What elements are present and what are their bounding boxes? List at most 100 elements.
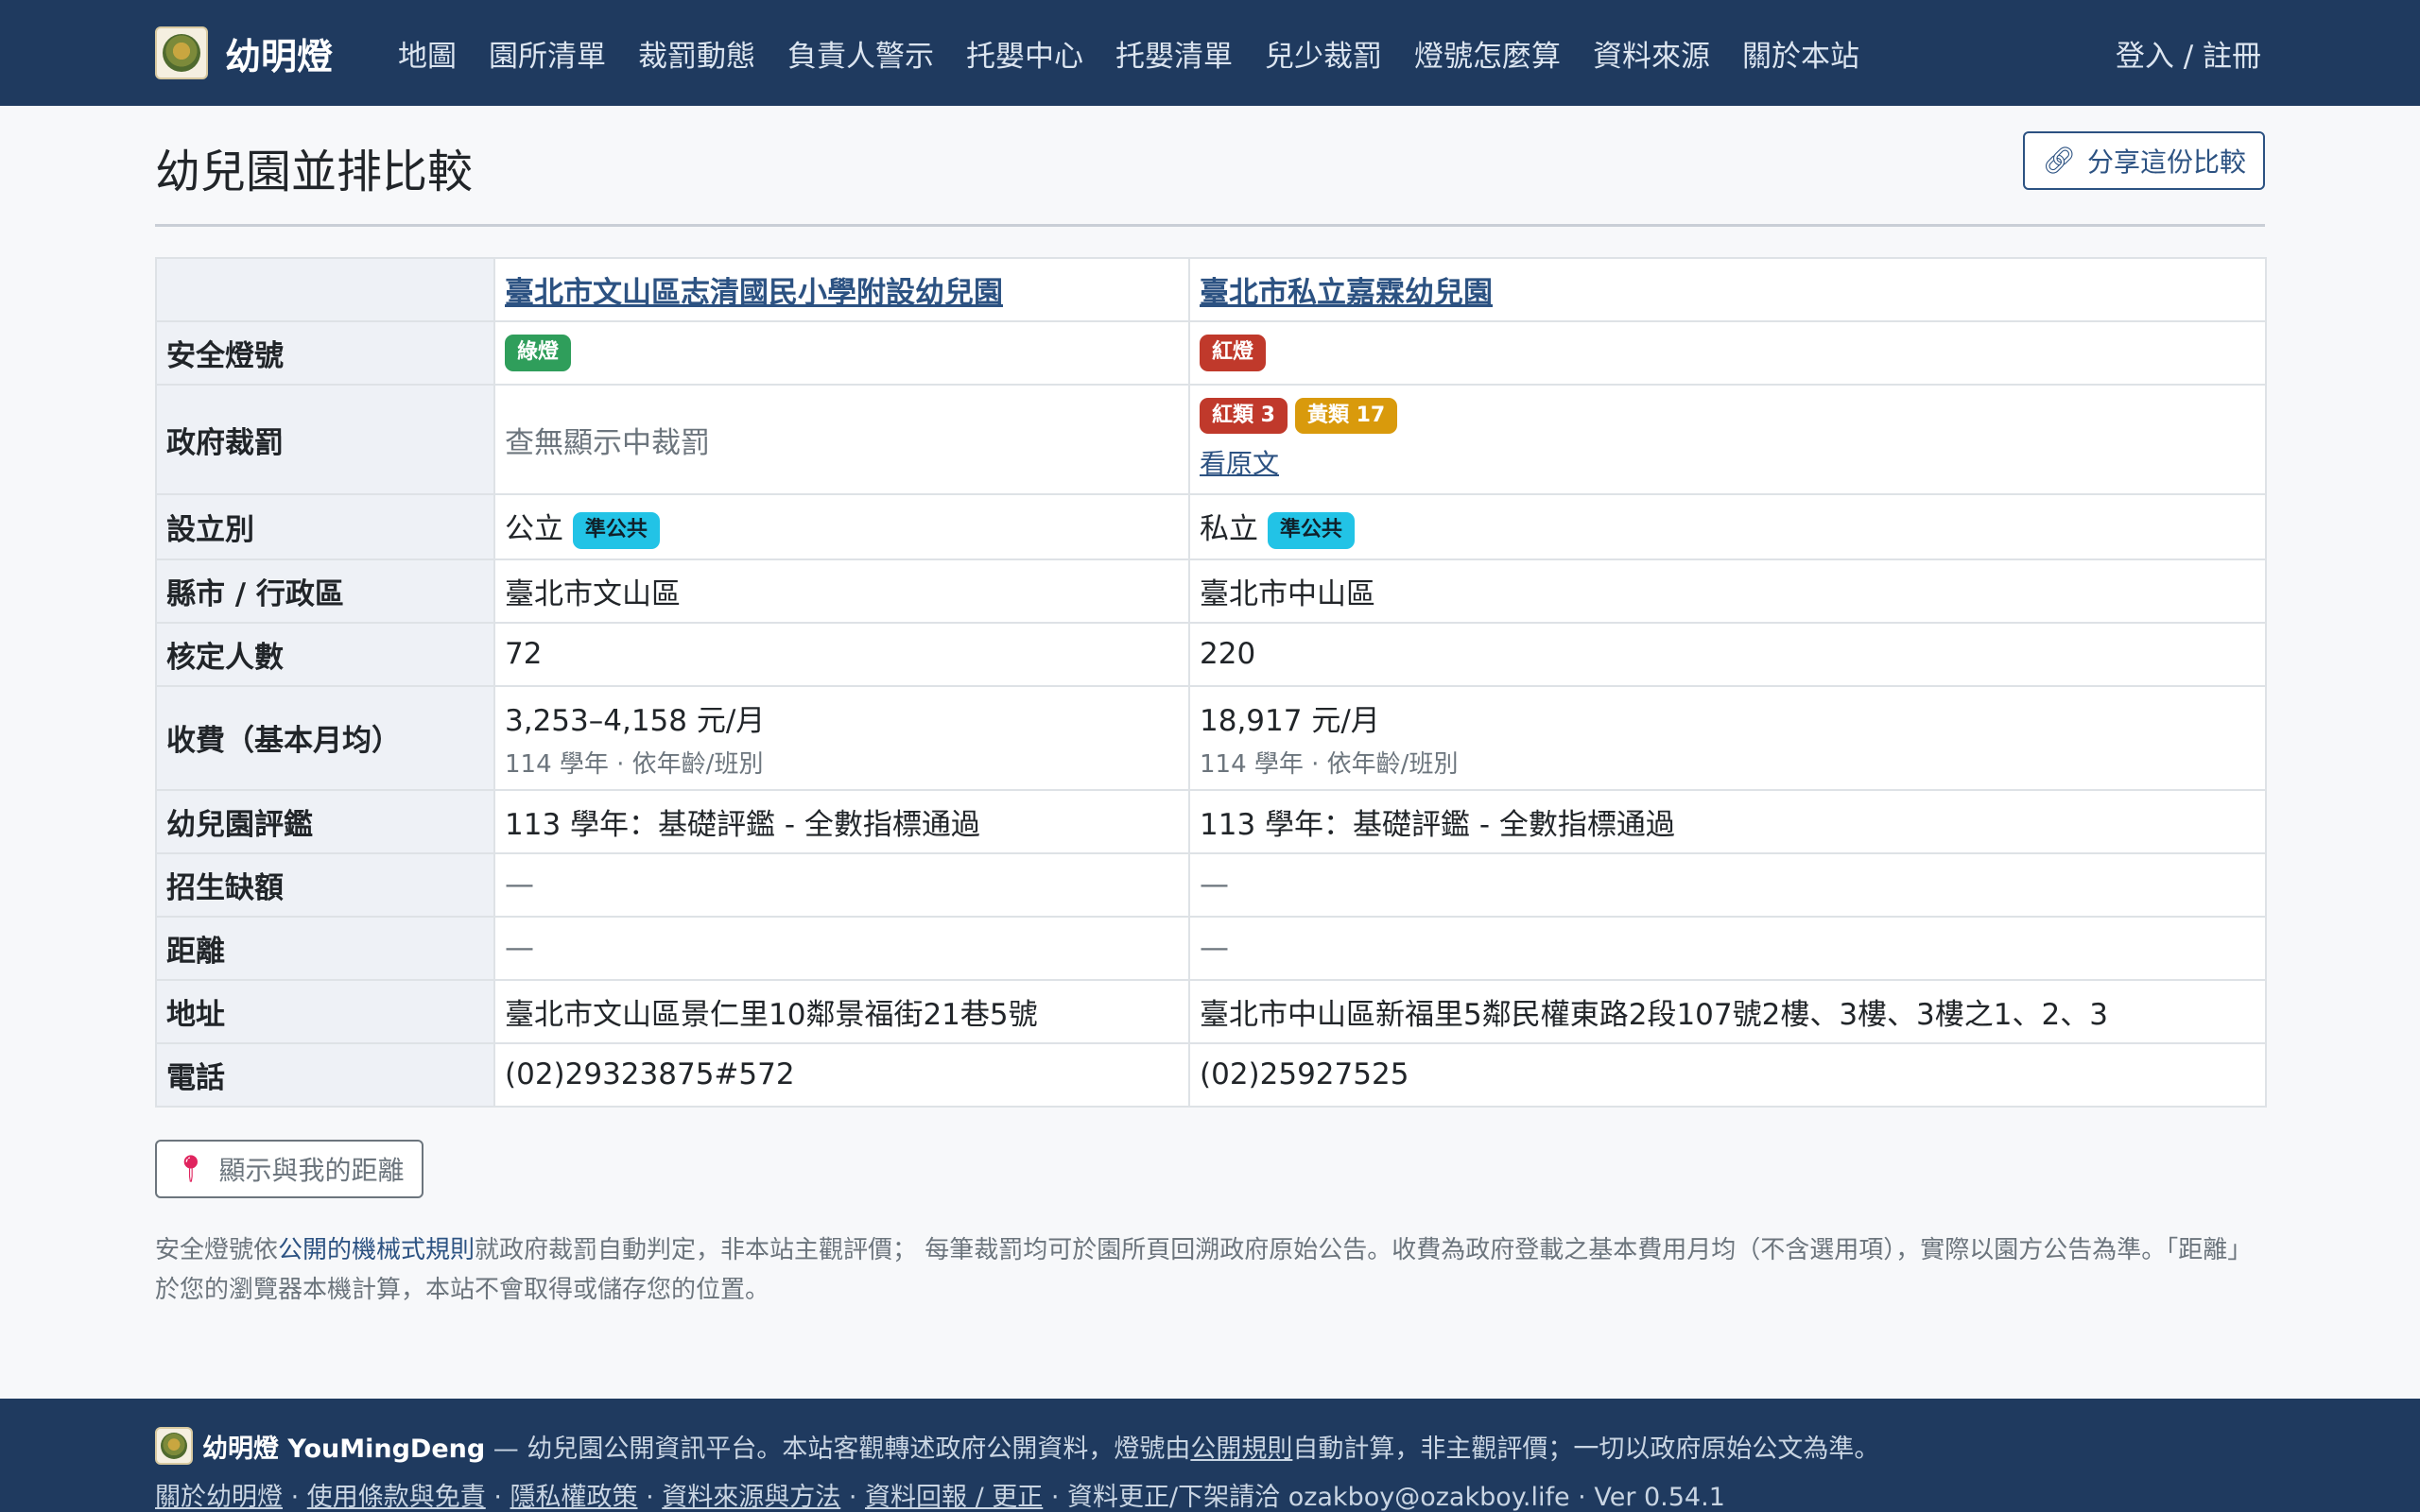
nav-link-about[interactable]: 關於本站 <box>1726 32 1876 75</box>
nav-link-data-sources[interactable]: 資料來源 <box>1577 32 1726 75</box>
kg2-capacity: 220 <box>1188 621 2267 687</box>
row-label-address: 地址 <box>155 978 495 1044</box>
nav-link-penalty-news[interactable]: 裁罰動態 <box>622 32 771 75</box>
main-content: 幼兒園並排比較 🔗︎ 分享這份比較 臺北市文山區志清國民小學附設幼兒園 臺北市私… <box>155 106 2267 1310</box>
kg1-fee-note: 114 學年 · 依年齡/班別 <box>505 749 764 779</box>
table-row: 招生缺額 — — <box>155 851 2267 918</box>
kg2-penalty: 紅類 3 黃類 17 看原文 <box>1188 384 2267 495</box>
footer-tagline-a: — 幼兒園公開資訊平台。本站客觀轉述政府公開資料，燈號由 <box>485 1434 1191 1464</box>
kg2-header: 臺北市私立嘉霖幼兒園 <box>1188 257 2267 322</box>
kg1-penalty-text: 查無顯示中裁罰 <box>505 425 710 460</box>
nav-link-daycare-list[interactable]: 托嬰清單 <box>1099 32 1249 75</box>
distance-button-label: 顯示與我的距離 <box>218 1154 405 1186</box>
note-prefix: 安全燈號依 <box>155 1235 279 1264</box>
row-label-vacancy: 招生缺額 <box>155 851 495 918</box>
table-row: 政府裁罰 查無顯示中裁罰 紅類 3 黃類 17 看原文 <box>155 384 2267 495</box>
footer-contact: 資料更正/下架請洽 ozakboy@ozakboy.life <box>1067 1483 1570 1512</box>
kg1-vacancy: — <box>493 851 1190 918</box>
share-button-label: 分享這份比較 <box>2086 146 2246 178</box>
footer-link-privacy[interactable]: 隱私權政策 <box>510 1483 638 1512</box>
kg1-header: 臺北市文山區志清國民小學附設幼兒園 <box>493 257 1190 322</box>
footer-link-methods[interactable]: 資料來源與方法 <box>662 1483 840 1512</box>
nav-link-map[interactable]: 地圖 <box>382 32 473 75</box>
nav-link-light-rules[interactable]: 燈號怎麼算 <box>1398 32 1577 75</box>
row-label-type: 設立別 <box>155 493 495 560</box>
row-label-penalty: 政府裁罰 <box>155 384 495 495</box>
kg2-distance: — <box>1188 915 2267 981</box>
row-label-light: 安全燈號 <box>155 320 495 386</box>
penalty-badges: 紅類 3 黃類 17 <box>1200 397 2256 435</box>
red-light-badge: 紅燈 <box>1200 335 1267 371</box>
pin-icon: 📍︎ <box>174 1153 208 1185</box>
kg1-evaluation: 113 學年：基礎評鑑 - 全數指標通過 <box>493 788 1190 854</box>
row-label-distance: 距離 <box>155 915 495 981</box>
view-original-link[interactable]: 看原文 <box>1200 443 1279 481</box>
footer-link-about[interactable]: 關於幼明燈 <box>155 1483 283 1512</box>
kg1-fee-value: 3,253–4,158 元/月 <box>505 703 766 738</box>
row-label-evaluation: 幼兒園評鑑 <box>155 788 495 854</box>
kg1-type-text: 公立 <box>505 512 563 546</box>
table-row: 地址 臺北市文山區景仁里10鄰景福街21巷5號 臺北市中山區新福里5鄰民權東路2… <box>155 978 2267 1044</box>
kg1-type: 公立 準公共 <box>493 493 1190 560</box>
footer-tagline-b: 自動計算，非主觀評價；一切以政府原始公文為準。 <box>1292 1434 1880 1464</box>
nav-links: 地圖 園所清單 裁罰動態 負責人警示 托嬰中心 托嬰清單 兒少裁罰 燈號怎麼算 … <box>382 26 1876 79</box>
footer-link-report[interactable]: 資料回報 / 更正 <box>865 1483 1043 1512</box>
footer-links: 關於幼明燈 · 使用條款與免責 · 隱私權政策 · 資料來源與方法 · 資料回報… <box>155 1483 1725 1512</box>
link-icon: 🔗︎ <box>2042 145 2076 176</box>
brand-name: 幼明燈 <box>225 35 334 77</box>
page-header: 幼兒園並排比較 🔗︎ 分享這份比較 <box>155 106 2265 227</box>
row-label-phone: 電話 <box>155 1041 495 1108</box>
table-row: 設立別 公立 準公共 私立 準公共 <box>155 493 2267 560</box>
table-row: 距離 — — <box>155 915 2267 981</box>
kg2-district: 臺北市中山區 <box>1188 558 2267 624</box>
public-rules-link[interactable]: 公開的機械式規則 <box>278 1236 475 1264</box>
kg1-light: 綠燈 <box>493 320 1190 386</box>
nav-link-child-penalty[interactable]: 兒少裁罰 <box>1249 32 1398 75</box>
kg2-type: 私立 準公共 <box>1188 493 2267 560</box>
table-row: 電話 (02)29323875#572 (02)25927525 <box>155 1041 2267 1108</box>
kg2-fee: 18,917 元/月 114 學年 · 依年齡/班別 <box>1188 684 2267 791</box>
footer-tagline: 幼明燈 YouMingDeng — 幼兒園公開資訊平台。本站客觀轉述政府公開資料… <box>155 1427 1879 1465</box>
quasi-public-badge: 準公共 <box>572 512 660 549</box>
share-comparison-button[interactable]: 🔗︎ 分享這份比較 <box>2023 130 2265 190</box>
page-title: 幼兒園並排比較 <box>155 145 474 198</box>
table-row: 縣市 / 行政區 臺北市文山區 臺北市中山區 <box>155 558 2267 624</box>
kg2-type-text: 私立 <box>1200 512 1258 546</box>
nav-link-owner-alerts[interactable]: 負責人警示 <box>771 32 950 75</box>
nav-link-school-list[interactable]: 園所清單 <box>473 32 622 75</box>
kg1-address: 臺北市文山區景仁里10鄰景福街21巷5號 <box>493 978 1190 1044</box>
quasi-public-badge: 準公共 <box>1267 512 1355 549</box>
table-row: 幼兒園評鑑 113 學年：基礎評鑑 - 全數指標通過 113 學年：基礎評鑑 -… <box>155 788 2267 854</box>
corner-cell <box>155 257 495 322</box>
kg1-district: 臺北市文山區 <box>493 558 1190 624</box>
logo-icon <box>155 26 208 79</box>
kg1-name-link[interactable]: 臺北市文山區志清國民小學附設幼兒園 <box>505 276 1003 310</box>
nav-link-daycare[interactable]: 托嬰中心 <box>950 32 1099 75</box>
comparison-table: 臺北市文山區志清國民小學附設幼兒園 臺北市私立嘉霖幼兒園 安全燈號 綠燈 紅燈 … <box>155 257 2267 1108</box>
red-class-penalty-badge: 紅類 3 <box>1200 397 1288 435</box>
row-label-fee: 收費（基本月均） <box>155 684 495 791</box>
kg1-fee: 3,253–4,158 元/月 114 學年 · 依年齡/班別 <box>493 684 1190 791</box>
yellow-class-penalty-badge: 黃類 17 <box>1294 397 1398 435</box>
kg2-light: 紅燈 <box>1188 320 2267 386</box>
kg1-penalty: 查無顯示中裁罰 <box>493 384 1190 495</box>
login-register-link[interactable]: 登入 / 註冊 <box>2116 26 2261 79</box>
brand-link[interactable]: 幼明燈 <box>155 26 333 79</box>
row-label-capacity: 核定人數 <box>155 621 495 687</box>
show-distance-button[interactable]: 📍︎ 顯示與我的距離 <box>155 1139 424 1198</box>
kg2-name-link[interactable]: 臺北市私立嘉霖幼兒園 <box>1200 276 1493 310</box>
footer-logo-icon <box>155 1427 193 1465</box>
kg2-evaluation: 113 學年：基礎評鑑 - 全數指標通過 <box>1188 788 2267 854</box>
footer: 幼明燈 YouMingDeng — 幼兒園公開資訊平台。本站客觀轉述政府公開資料… <box>0 1399 2420 1512</box>
kg2-phone: (02)25927525 <box>1188 1041 2267 1108</box>
footer-link-terms[interactable]: 使用條款與免責 <box>307 1483 486 1512</box>
kg2-fee-note: 114 學年 · 依年齡/班別 <box>1200 749 1459 779</box>
disclaimer-note: 安全燈號依公開的機械式規則就政府裁罰自動判定，非本站主觀評價； 每筆裁罰均可於園… <box>155 1230 2265 1310</box>
footer-rules-link[interactable]: 公開規則 <box>1190 1435 1292 1464</box>
kg1-phone: (02)29323875#572 <box>493 1041 1190 1108</box>
row-label-district: 縣市 / 行政區 <box>155 558 495 624</box>
kg2-address: 臺北市中山區新福里5鄰民權東路2段107號2樓、3樓、3樓之1、2、3 <box>1188 978 2267 1044</box>
table-row: 收費（基本月均） 3,253–4,158 元/月 114 學年 · 依年齡/班別… <box>155 684 2267 791</box>
kg2-fee-value: 18,917 元/月 <box>1200 703 1380 738</box>
kg1-distance: — <box>493 915 1190 981</box>
